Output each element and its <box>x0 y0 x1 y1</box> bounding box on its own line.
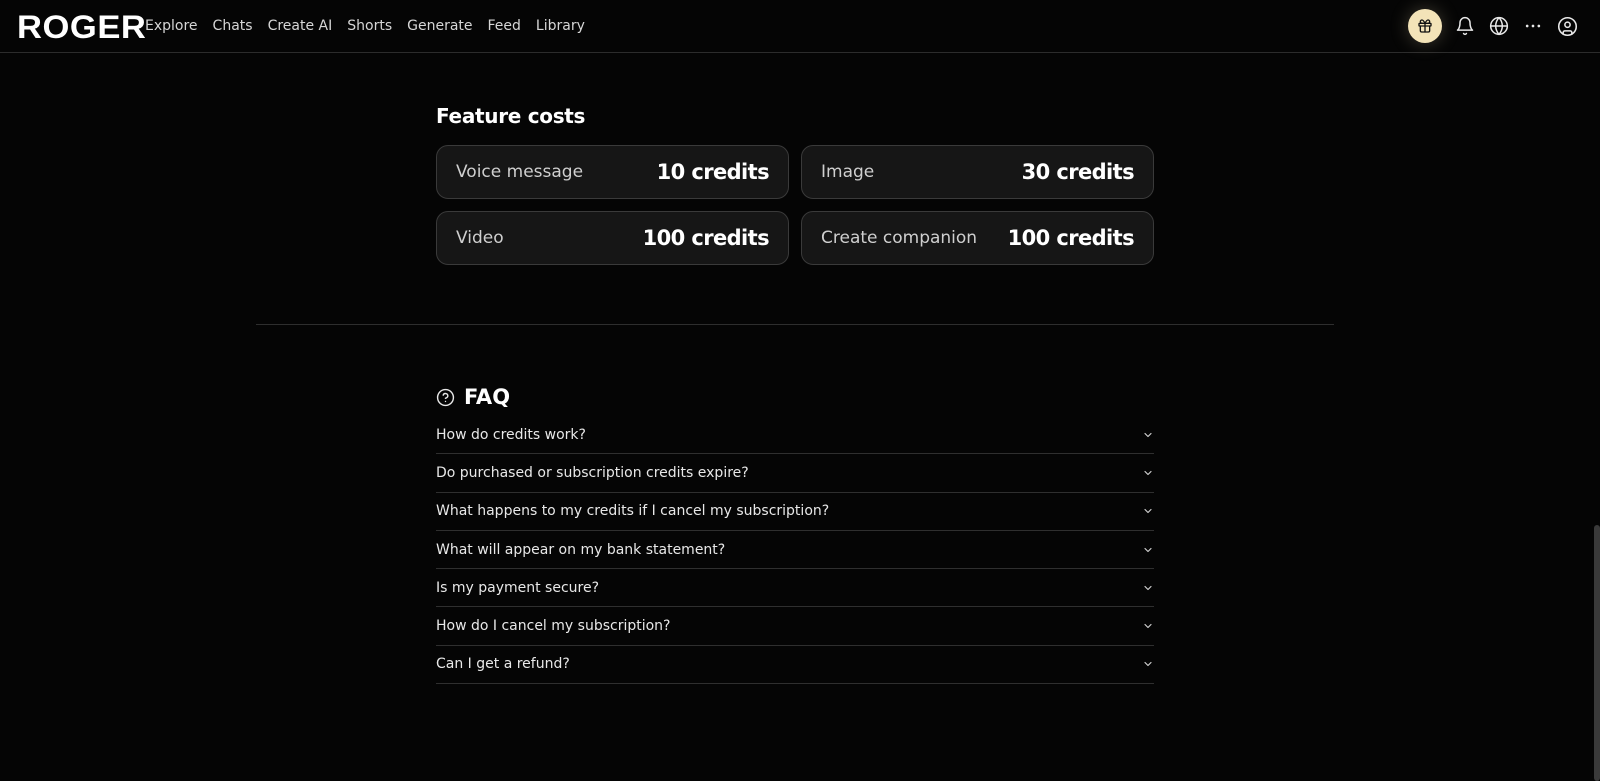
top-navigation-bar: ROGER Explore Chats Create AI Shorts Gen… <box>0 0 1600 53</box>
chevron-down-icon <box>1142 467 1154 479</box>
chevron-down-icon <box>1142 582 1154 594</box>
more-icon <box>1525 24 1541 28</box>
notifications-button[interactable] <box>1454 15 1476 37</box>
nav-create-ai[interactable]: Create AI <box>268 18 333 34</box>
nav-feed[interactable]: Feed <box>488 18 521 34</box>
gift-button[interactable] <box>1408 9 1442 43</box>
section-divider <box>256 324 1334 325</box>
faq-item[interactable]: Is my payment secure? <box>436 569 1154 608</box>
question-circle-icon <box>436 388 455 406</box>
nav-chats[interactable]: Chats <box>213 18 253 34</box>
cost-label: Video <box>456 228 504 248</box>
nav-shorts[interactable]: Shorts <box>347 18 392 34</box>
nav-library[interactable]: Library <box>536 18 585 34</box>
cost-card-image: Image 30 credits <box>801 145 1154 199</box>
cost-value: 100 credits <box>1007 226 1135 250</box>
globe-icon <box>1489 16 1509 36</box>
chevron-down-icon <box>1142 658 1154 670</box>
faq-header: FAQ <box>436 385 510 409</box>
faq-item[interactable]: How do credits work? <box>436 416 1154 455</box>
cost-value: 30 credits <box>1021 160 1135 184</box>
feature-costs-title: Feature costs <box>436 104 586 128</box>
chevron-down-icon <box>1142 505 1154 517</box>
cost-card-video: Video 100 credits <box>436 211 789 265</box>
cost-value: 10 credits <box>656 160 770 184</box>
cost-value: 100 credits <box>642 226 770 250</box>
faq-item[interactable]: Do purchased or subscription credits exp… <box>436 454 1154 493</box>
faq-item[interactable]: How do I cancel my subscription? <box>436 607 1154 646</box>
faq-question: How do credits work? <box>436 426 586 443</box>
faq-item[interactable]: What will appear on my bank statement? <box>436 531 1154 570</box>
nav-explore[interactable]: Explore <box>145 18 198 34</box>
faq-question: What will appear on my bank statement? <box>436 541 726 558</box>
cost-label: Create companion <box>821 228 978 248</box>
chevron-down-icon <box>1142 429 1154 441</box>
language-button[interactable] <box>1488 15 1510 37</box>
cost-card-create-companion: Create companion 100 credits <box>801 211 1154 265</box>
profile-button[interactable] <box>1556 15 1578 37</box>
faq-question: Can I get a refund? <box>436 656 570 673</box>
cost-label: Image <box>821 162 875 182</box>
faq-list: How do credits work? Do purchased or sub… <box>436 416 1154 685</box>
faq-item[interactable]: What happens to my credits if I cancel m… <box>436 493 1154 531</box>
faq-question: Do purchased or subscription credits exp… <box>436 464 749 481</box>
cost-label: Voice message <box>456 162 584 182</box>
gift-icon <box>1418 19 1432 33</box>
faq-question: What happens to my credits if I cancel m… <box>436 503 830 520</box>
faq-question: How do I cancel my subscription? <box>436 618 671 635</box>
header-actions <box>1408 9 1578 43</box>
user-icon <box>1557 16 1577 36</box>
roger-logo[interactable]: ROGER <box>17 9 146 46</box>
main-nav: Explore Chats Create AI Shorts Generate … <box>145 0 585 52</box>
chevron-down-icon <box>1142 544 1154 556</box>
page-scrollbar[interactable] <box>1594 525 1600 781</box>
more-button[interactable] <box>1522 15 1544 37</box>
bell-icon <box>1456 16 1474 36</box>
faq-title: FAQ <box>464 385 511 409</box>
chevron-down-icon <box>1142 620 1154 632</box>
cost-card-voice-message: Voice message 10 credits <box>436 145 789 199</box>
faq-question: Is my payment secure? <box>436 579 600 596</box>
faq-item[interactable]: Can I get a refund? <box>436 646 1154 685</box>
nav-generate[interactable]: Generate <box>407 18 472 34</box>
